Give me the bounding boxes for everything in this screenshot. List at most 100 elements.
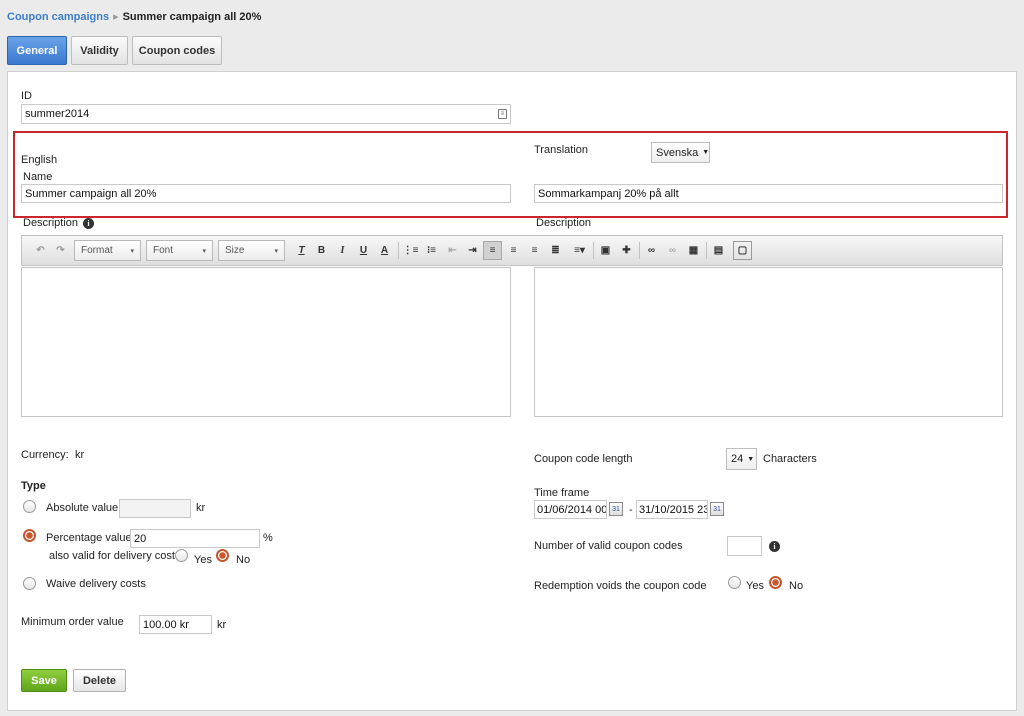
description-translated-editor[interactable] xyxy=(534,267,1003,417)
table-icon[interactable]: ▦ xyxy=(684,241,703,260)
toolbar-separator xyxy=(593,242,594,259)
absolute-value-label: Absolute value xyxy=(46,502,119,514)
minimum-order-unit: kr xyxy=(217,619,227,631)
valid-codes-label: Number of valid coupon codes xyxy=(534,540,683,552)
source-code-icon[interactable]: ▢ xyxy=(733,241,752,260)
chevron-down-icon: ▼ xyxy=(747,455,755,463)
name-input[interactable]: Summer campaign all 20% xyxy=(21,184,511,203)
image-icon[interactable]: ▣ xyxy=(596,241,615,260)
underline-icon[interactable]: U xyxy=(354,241,373,260)
calendar-icon[interactable]: 31 xyxy=(710,502,724,516)
breadcrumb-current: Summer campaign all 20% xyxy=(122,11,262,23)
percentage-value-radio[interactable] xyxy=(23,529,36,542)
chevron-down-icon: ▾ xyxy=(202,247,206,255)
absolute-value-unit: kr xyxy=(196,502,206,514)
italic-icon[interactable]: I xyxy=(333,241,352,260)
id-field-icon[interactable]: ≡ xyxy=(498,109,507,119)
tab-general[interactable]: General xyxy=(7,36,67,65)
translation-label: Translation xyxy=(534,144,589,156)
size-dropdown-label: Size xyxy=(225,245,245,256)
language-label: English xyxy=(21,154,58,166)
translation-select[interactable]: Svenska ▼ xyxy=(651,142,710,163)
tab-coupon-codes[interactable]: Coupon codes xyxy=(132,36,222,65)
font-dropdown[interactable]: Font ▾ xyxy=(146,240,213,261)
toolbar-separator xyxy=(639,242,640,259)
delivery-yes-radio[interactable] xyxy=(175,549,188,562)
translation-selected: Svenska xyxy=(656,146,699,159)
translation-highlight-box xyxy=(13,131,1008,218)
text-color-icon[interactable]: A xyxy=(375,241,394,260)
redemption-no-radio[interactable] xyxy=(769,576,782,589)
format-dropdown-label: Format xyxy=(81,245,113,256)
delivery-no-label: No xyxy=(236,554,251,566)
calendar-icon[interactable]: 31 xyxy=(609,502,623,516)
align-center-icon[interactable]: ≡ xyxy=(504,241,523,260)
outdent-icon[interactable]: ⇤ xyxy=(443,241,462,260)
name-label: Name xyxy=(23,171,53,183)
name-translated-input[interactable]: Sommarkampanj 20% på allt xyxy=(534,184,1003,203)
indent-icon[interactable]: ⇥ xyxy=(463,241,482,260)
redemption-no-label: No xyxy=(789,580,804,592)
coupon-length-unit: Characters xyxy=(763,453,817,465)
size-dropdown[interactable]: Size ▾ xyxy=(218,240,285,261)
id-value: summer2014 xyxy=(25,108,90,120)
redemption-yes-radio[interactable] xyxy=(728,576,741,589)
numbered-list-icon[interactable]: ⋮≡ xyxy=(401,241,420,260)
toolbar-separator xyxy=(706,242,707,259)
delete-button[interactable]: Delete xyxy=(73,669,126,692)
chevron-down-icon: ▾ xyxy=(274,247,278,255)
time-frame-start-input[interactable]: 01/06/2014 00: xyxy=(534,500,607,519)
save-button[interactable]: Save xyxy=(21,669,67,692)
valid-codes-input[interactable] xyxy=(727,536,762,556)
toolbar-separator xyxy=(398,242,399,259)
percentage-value-input[interactable]: 20 xyxy=(130,529,260,548)
redemption-label: Redemption voids the coupon code xyxy=(534,580,707,592)
editor-toolbar: ↶ ↷ Format ▾ Font ▾ Size ▾ T B I U A ⋮≡ ⁝≡ … xyxy=(21,235,1003,266)
currency-value: kr xyxy=(75,449,85,461)
unlink-icon[interactable]: ∞ xyxy=(663,241,682,260)
waive-delivery-radio[interactable] xyxy=(23,577,36,590)
absolute-value-input[interactable] xyxy=(119,499,191,518)
id-label: ID xyxy=(21,90,32,102)
coupon-length-label: Coupon code length xyxy=(534,453,633,465)
line-height-icon[interactable]: ≡▾ xyxy=(568,241,591,260)
coupon-length-select[interactable]: 24 ▼ xyxy=(726,448,757,470)
preview-icon[interactable]: ▤ xyxy=(709,241,728,260)
align-right-icon[interactable]: ≡ xyxy=(525,241,544,260)
time-frame-label: Time frame xyxy=(534,487,590,499)
delivery-yes-label: Yes xyxy=(194,554,212,566)
chevron-down-icon: ▼ xyxy=(702,149,710,156)
plugin-icon[interactable]: ✚ xyxy=(617,241,636,260)
breadcrumb-link-coupon-campaigns[interactable]: Coupon campaigns xyxy=(7,11,109,23)
link-icon[interactable]: ∞ xyxy=(642,241,661,260)
breadcrumb-separator: ▸ xyxy=(113,11,119,23)
waive-delivery-label: Waive delivery costs xyxy=(46,578,146,590)
format-dropdown[interactable]: Format ▾ xyxy=(74,240,141,261)
minimum-order-input[interactable]: 100.00 kr xyxy=(139,615,212,634)
font-dropdown-label: Font xyxy=(153,245,174,256)
coupon-length-value: 24 xyxy=(731,453,744,465)
percentage-unit: % xyxy=(263,532,273,544)
breadcrumb: Coupon campaigns ▸ Summer campaign all 20% xyxy=(7,10,261,23)
info-icon[interactable]: i xyxy=(83,218,94,229)
delivery-costs-label: also valid for delivery costs xyxy=(49,550,181,562)
align-justify-icon[interactable]: ≣ xyxy=(546,241,565,260)
currency-label: Currency: xyxy=(21,449,69,461)
absolute-value-radio[interactable] xyxy=(23,500,36,513)
id-input[interactable]: summer2014 ≡ xyxy=(21,104,511,124)
remove-format-icon[interactable]: T xyxy=(292,241,311,260)
minimum-order-label: Minimum order value xyxy=(21,616,124,628)
undo-icon[interactable]: ↶ xyxy=(31,241,50,260)
bullet-list-icon[interactable]: ⁝≡ xyxy=(422,241,441,260)
tab-validity[interactable]: Validity xyxy=(71,36,128,65)
delivery-no-radio[interactable] xyxy=(216,549,229,562)
redemption-yes-label: Yes xyxy=(746,580,764,592)
align-left-icon[interactable]: ≡ xyxy=(483,241,502,260)
time-frame-end-input[interactable]: 31/10/2015 23 xyxy=(636,500,708,519)
bold-icon[interactable]: B xyxy=(312,241,331,260)
info-icon[interactable]: i xyxy=(769,541,780,552)
redo-icon[interactable]: ↷ xyxy=(51,241,70,260)
time-frame-dash: - xyxy=(629,504,633,516)
description-editor[interactable] xyxy=(21,267,511,417)
percentage-value-label: Percentage value xyxy=(46,532,132,544)
